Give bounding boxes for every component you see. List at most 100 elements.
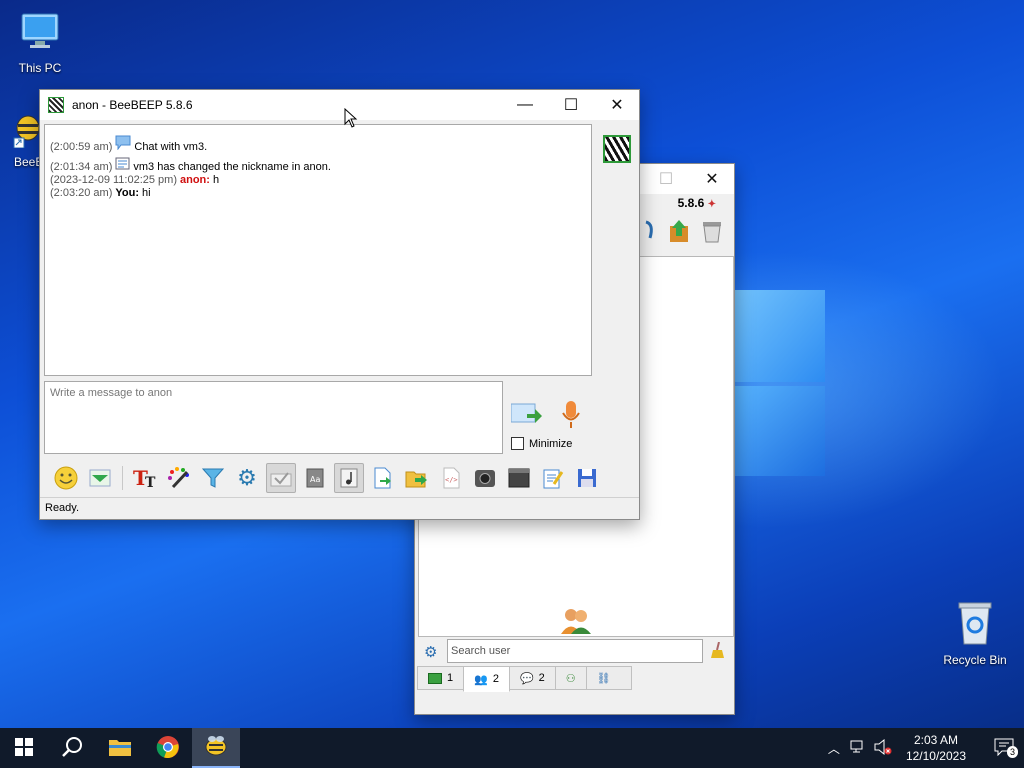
notepad-icon[interactable]	[538, 463, 568, 493]
beebeep-taskbar-button[interactable]	[192, 728, 240, 768]
tab-chats[interactable]: 💬 2	[508, 666, 556, 690]
notification-button[interactable]: 3	[984, 738, 1024, 759]
window-title: anon - BeeBEEP 5.8.6	[72, 98, 193, 112]
message-time: (2023-12-09 11:02:25 pm)	[50, 174, 177, 186]
wallpaper-window-logo-bottom	[735, 386, 825, 476]
file-explorer-button[interactable]	[96, 728, 144, 768]
recycle-bin-icon	[936, 600, 1014, 649]
svg-text:</>: </>	[445, 476, 458, 484]
start-icon	[15, 737, 33, 759]
start-button[interactable]	[0, 728, 48, 768]
maximize-button[interactable]: ☐	[548, 90, 594, 120]
search-placeholder: Search user	[451, 645, 511, 657]
svg-text:T: T	[145, 475, 156, 489]
system-tray: ︿ 2:03 AM 12/10/2023 3	[828, 728, 1024, 768]
flag-icon: ✦	[707, 199, 716, 210]
filter-icon[interactable]	[198, 463, 228, 493]
file-explorer-icon	[108, 737, 132, 760]
network-icon[interactable]	[850, 740, 866, 757]
notification-badge: 3	[1006, 745, 1018, 758]
search-button[interactable]	[48, 728, 96, 768]
chat-history[interactable]: (2:00:59 am) Chat with vm3. (2:01:34 am)…	[44, 124, 592, 376]
version-text: 5.8.6	[677, 196, 705, 210]
html-icon[interactable]: </>	[436, 463, 466, 493]
maximize-button[interactable]: ☐	[643, 164, 689, 194]
svg-text:Aa: Aa	[310, 475, 320, 484]
taskbar: ︿ 2:03 AM 12/10/2023 3	[0, 728, 1024, 768]
tab-groups[interactable]: ⚇	[554, 666, 587, 690]
music-note-icon[interactable]	[334, 463, 364, 493]
chat-message: (2:03:20 am) You: hi	[50, 187, 586, 200]
clock-time: 2:03 AM	[913, 733, 958, 747]
chat-message: (2023-12-09 11:02:25 pm) anon: h	[50, 174, 586, 187]
volume-muted-icon[interactable]	[874, 738, 892, 758]
chrome-button[interactable]	[144, 728, 192, 768]
message-time: (2:01:34 am)	[50, 161, 113, 173]
checkbox-box[interactable]	[511, 437, 524, 450]
chrome-icon	[156, 735, 180, 762]
status-text: Ready.	[45, 502, 80, 514]
message-text: vm3 has changed the nickname in anon.	[133, 161, 331, 173]
chats-icon: 💬	[519, 672, 534, 685]
search-user-input[interactable]: Search user	[447, 639, 703, 663]
main-toolbar	[642, 218, 724, 247]
chat-bubble-icon	[115, 135, 131, 154]
terminal-icon[interactable]	[504, 463, 534, 493]
smiley-icon[interactable]	[51, 463, 81, 493]
chat-message: (2:01:34 am) vm3 has changed the nicknam…	[50, 157, 586, 174]
message-text: Chat with vm3.	[134, 141, 208, 153]
message-sender: anon:	[180, 174, 210, 186]
message-text: h	[209, 174, 220, 186]
font-icon[interactable]: TT	[130, 463, 160, 493]
desktop-icon-label: This PC	[18, 61, 62, 75]
close-button[interactable]: ✕	[689, 164, 735, 194]
gear-icon[interactable]: ⚙	[424, 643, 437, 661]
main-tabs: 1 👥 2 💬 2 ⚇ ⛓	[417, 666, 632, 692]
gear-icon[interactable]: ⚙	[232, 463, 262, 493]
message-input[interactable]: Write a message to anon	[44, 381, 503, 454]
minimize-checkbox[interactable]: Minimize	[511, 437, 572, 450]
message-time: (2:00:59 am)	[50, 141, 113, 153]
tab-label: 1	[447, 672, 454, 684]
minimize-button[interactable]: —	[502, 90, 548, 120]
search-icon	[61, 736, 83, 761]
clock-date: 12/10/2023	[905, 749, 966, 763]
tab-users[interactable]: 👥 2	[463, 666, 510, 692]
mouse-cursor	[344, 107, 358, 131]
chat-window-titlebar[interactable]: anon - BeeBEEP 5.8.6 — ☐ ✕	[40, 90, 639, 120]
tab-chat-list[interactable]: 1	[417, 666, 465, 690]
camera-icon[interactable]	[470, 463, 500, 493]
chat-window[interactable]: anon - BeeBEEP 5.8.6 — ☐ ✕ (2:00:59 am) …	[39, 89, 640, 520]
status-bar: Ready.	[40, 497, 639, 519]
system-info-icon	[115, 157, 130, 174]
desktop-icon-beebeep[interactable]: BeeB	[0, 112, 42, 169]
tab-network[interactable]: ⛓	[585, 666, 632, 690]
green-arrow-down-icon[interactable]	[85, 463, 115, 493]
update-icon[interactable]	[666, 218, 692, 247]
desktop-icon-recycle-bin[interactable]: Recycle Bin	[936, 600, 1014, 667]
toolbar-separator	[122, 466, 123, 490]
color-palette-icon[interactable]	[164, 463, 194, 493]
computer-icon	[2, 10, 78, 57]
save-icon[interactable]	[572, 463, 602, 493]
version-label: 5.8.6 ✦	[678, 196, 716, 210]
broom-icon[interactable]	[711, 641, 725, 661]
dictionary-icon[interactable]: Aa	[300, 463, 330, 493]
clock[interactable]: 2:03 AM 12/10/2023	[906, 732, 966, 764]
chevron-up-icon[interactable]: ︿	[828, 740, 840, 757]
send-file-icon[interactable]	[368, 463, 398, 493]
tab-label: 2	[538, 672, 545, 684]
chat-toolbar: TT ⚙ Aa </>	[43, 460, 636, 496]
chat-list-icon	[428, 672, 442, 684]
spellcheck-icon[interactable]	[266, 463, 296, 493]
trash-icon[interactable]	[700, 218, 724, 247]
magnifier-icon[interactable]	[642, 218, 658, 247]
send-button[interactable]	[510, 402, 543, 429]
user-avatar[interactable]	[603, 135, 631, 163]
close-button[interactable]: ✕	[594, 90, 640, 120]
desktop-icon-this-pc[interactable]: This PC	[2, 10, 78, 75]
microphone-icon[interactable]	[561, 400, 581, 433]
tab-label: 2	[492, 673, 499, 685]
send-folder-icon[interactable]	[402, 463, 432, 493]
wallpaper-window-logo-top	[735, 290, 825, 382]
